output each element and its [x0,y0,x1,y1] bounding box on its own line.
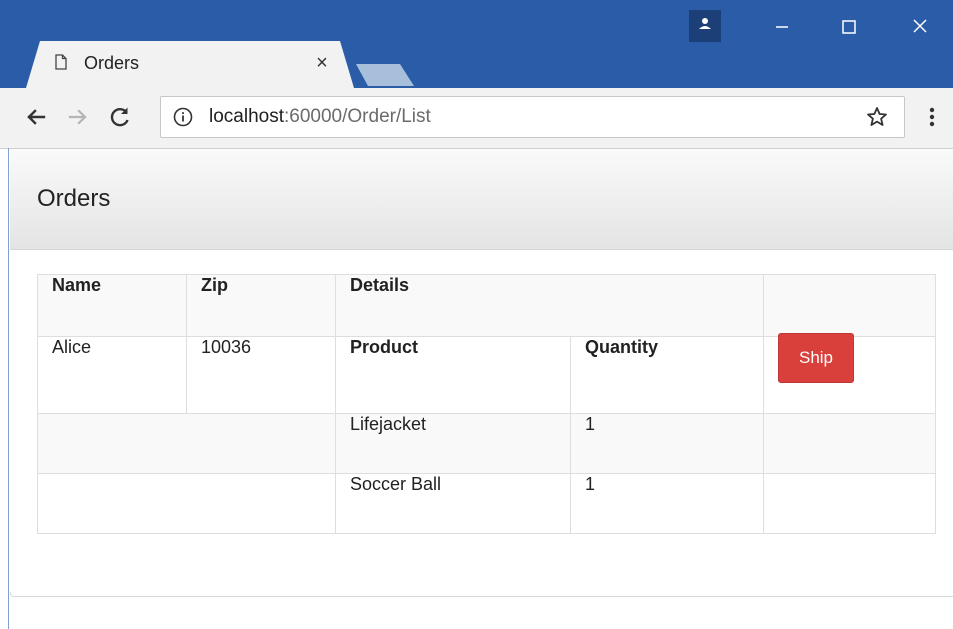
table-row: Alice 10036 Product Quantity Ship [37,333,936,414]
line-product: Lifejacket [335,413,571,474]
table-row: Soccer Ball 1 [37,473,936,534]
user-icon [699,18,711,29]
line-quantity: 1 [570,473,764,534]
reload-icon[interactable] [106,103,134,131]
empty-cell [37,473,336,534]
minimize-icon[interactable] [762,10,802,42]
table-row: Lifejacket 1 [37,413,936,474]
header-zip: Zip [186,274,336,337]
url-path: :60000/Order/List [284,106,431,127]
empty-cell [763,413,936,474]
star-icon[interactable] [865,105,889,129]
browser-window: Orders × localhost:60000/Order/List Orde… [0,0,953,629]
order-zip: 10036 [186,336,336,414]
order-actions: Ship [763,333,936,414]
profile-button[interactable] [689,10,721,42]
panel-border [10,592,953,597]
empty-cell [763,473,936,534]
header-name: Name [37,274,187,337]
arrow-left-icon[interactable] [22,103,50,131]
subheader-quantity: Quantity [570,336,764,414]
tab-orders[interactable] [26,41,354,88]
kebab-menu-icon[interactable] [925,104,939,130]
page-header [10,149,953,250]
url-text[interactable]: localhost:60000/Order/List [209,106,431,128]
tab-close-icon[interactable]: × [312,52,332,74]
header-details: Details [335,274,764,337]
order-name: Alice [37,336,187,414]
line-quantity: 1 [570,413,764,474]
line-product: Soccer Ball [335,473,571,534]
ship-button[interactable]: Ship [778,333,854,383]
maximize-icon[interactable] [829,10,869,42]
arrow-right-icon[interactable] [64,103,92,131]
page-edge [8,148,9,629]
info-icon[interactable] [172,106,194,128]
empty-cell [37,413,336,474]
url-host: localhost [209,106,284,127]
tab-title: Orders [84,53,140,73]
page-title: Orders [37,185,111,212]
orders-table: Name Zip Details Alice 10036 Product Qua… [37,274,936,534]
subheader-product: Product [335,336,571,414]
close-window-icon[interactable] [900,10,940,42]
document-icon [55,54,67,70]
table-header-row: Name Zip Details [37,274,936,337]
header-actions [763,274,936,337]
